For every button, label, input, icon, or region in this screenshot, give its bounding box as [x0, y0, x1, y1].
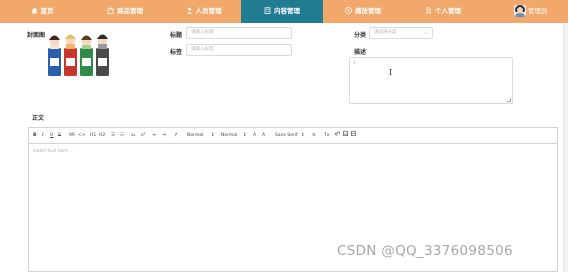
ordered-list-button[interactable]: ☰ [111, 128, 115, 143]
bullet-list-button[interactable]: ☷ [120, 128, 124, 143]
header-select[interactable]: Normal [221, 128, 237, 143]
play-icon [345, 1, 352, 14]
profile-icon [425, 1, 432, 14]
subscript-button[interactable]: x₂ [131, 128, 135, 143]
clean-format-button[interactable]: Tx [324, 128, 329, 143]
tag-label: 标签 [170, 49, 183, 56]
nav-label-play: 播放管理 [355, 7, 381, 15]
description-textarea[interactable]: 1 I [349, 57, 513, 104]
scrollbar[interactable] [563, 23, 568, 272]
nav-item-goods[interactable]: 商品管理 [84, 0, 166, 23]
title-input[interactable]: 请输入标题 [186, 27, 292, 39]
chevron-down-icon: ⌄ [423, 30, 428, 36]
italic-button[interactable]: I [42, 128, 44, 143]
goods-icon [107, 1, 114, 14]
font-select-arrow-icon[interactable]: ↕ [301, 128, 305, 143]
cover-image[interactable] [46, 28, 112, 78]
nav-item-content[interactable]: 内容管理 [241, 0, 323, 23]
title-label: 标题 [170, 32, 183, 39]
category-label: 分类 [354, 32, 367, 39]
outdent-button[interactable]: ⇤ [153, 128, 157, 143]
content-label: 正文 [32, 115, 45, 122]
resize-handle[interactable] [507, 98, 511, 102]
nav-item-home[interactable]: 首页 [0, 0, 84, 23]
nav-item-users[interactable]: 人员管理 [166, 0, 241, 23]
size-select[interactable]: Normal [187, 128, 203, 143]
nav-label-home: 首页 [40, 7, 54, 15]
top-nav: 首页 商品管理 人员管理 内容管理 播放管理 个人管理 管理员 [0, 0, 568, 23]
tag-input[interactable]: 请输入标签 [186, 44, 292, 56]
avatar[interactable] [514, 5, 526, 17]
header2-button[interactable]: H2 [99, 128, 105, 143]
watermark: CSDN @QQ_3376098506 [337, 243, 513, 259]
description-label: 描述 [354, 49, 367, 56]
size-select-arrow-icon[interactable]: ↕ [211, 128, 215, 143]
indent-button[interactable]: ⇥ [162, 128, 166, 143]
category-placeholder: 请选择分类 [374, 30, 397, 35]
home-icon [31, 1, 38, 14]
font-color-button[interactable]: A [253, 128, 256, 143]
user-name[interactable]: 管理员 [528, 0, 548, 23]
header-select-arrow-icon[interactable]: ↕ [243, 128, 247, 143]
header1-button[interactable]: H1 [90, 128, 96, 143]
image-icon[interactable] [343, 128, 349, 143]
strike-button[interactable]: S [58, 128, 61, 143]
text-direction-button[interactable]: ↱ [174, 128, 178, 143]
description-value: 1 [353, 60, 356, 65]
font-select[interactable]: Sans Serif [275, 128, 298, 143]
video-icon[interactable] [351, 128, 357, 143]
category-select[interactable]: 请选择分类 ⌄ [369, 27, 433, 39]
blockquote-button[interactable]: 99 [69, 128, 75, 143]
editor-placeholder: Insert text here ... [33, 149, 74, 154]
nav-label-content: 内容管理 [274, 7, 300, 15]
nav-item-play[interactable]: 播放管理 [323, 0, 403, 23]
editor-toolbar: B I U S 99 <> H1 H2 ☰ ☷ x₂ x² ⇤ ⇥ ↱ Norm… [28, 127, 558, 144]
nav-label-goods: 商品管理 [117, 7, 143, 15]
align-button[interactable]: ≡ [312, 128, 316, 143]
nav-item-profile[interactable]: 个人管理 [403, 0, 483, 23]
underline-button[interactable]: U [50, 128, 53, 143]
nav-label-users: 人员管理 [195, 7, 222, 15]
cover-label: 封面图 [27, 32, 46, 39]
content-icon [264, 1, 271, 14]
users-icon [186, 1, 193, 14]
link-icon[interactable] [335, 128, 340, 143]
code-block-button[interactable]: <> [78, 128, 86, 143]
superscript-button[interactable]: x² [141, 128, 145, 143]
nav-label-profile: 个人管理 [435, 7, 461, 15]
text-cursor-icon: I [389, 68, 393, 77]
background-color-button[interactable]: A [262, 128, 265, 143]
bold-button[interactable]: B [33, 128, 36, 143]
